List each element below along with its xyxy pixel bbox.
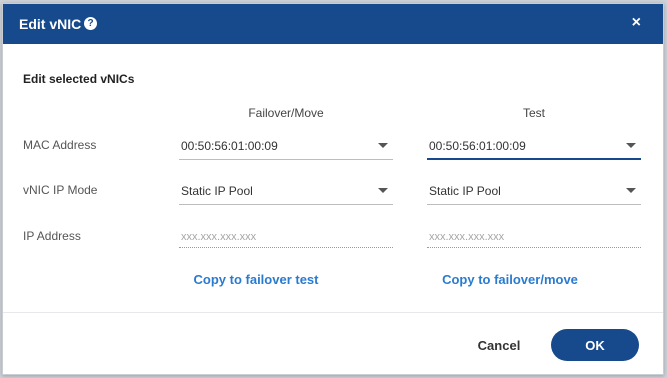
close-icon[interactable]: ×	[632, 14, 641, 32]
copy-to-failover-move-link[interactable]: Copy to failover/move	[403, 272, 617, 287]
ip-address-label: IP Address	[23, 229, 81, 243]
question-circle-icon[interactable]: ?	[84, 17, 97, 30]
failover-mac-address-select[interactable]: 00:50:56:01:00:09	[179, 136, 393, 160]
failover-ip-address-input[interactable]	[179, 226, 393, 248]
edit-vnic-dialog: Edit vNIC ? × Edit selected vNICs Failov…	[2, 3, 664, 375]
dialog-title: Edit vNIC	[19, 16, 82, 32]
test-mac-address-select[interactable]: 00:50:56:01:00:09	[427, 136, 641, 160]
column-header-failover: Failover/Move	[248, 106, 324, 120]
copy-to-failover-test-link[interactable]: Copy to failover test	[149, 272, 363, 287]
vnic-ip-mode-label: vNIC IP Mode	[23, 183, 98, 197]
mac-address-label: MAC Address	[23, 138, 97, 152]
failover-ip-mode-select[interactable]: Static IP Pool	[179, 181, 393, 205]
chevron-down-icon	[378, 188, 388, 193]
dialog-titlebar: Edit vNIC ? ×	[3, 4, 663, 44]
column-header-test: Test	[522, 106, 545, 120]
chevron-down-icon	[378, 143, 388, 148]
test-ip-address-input[interactable]	[427, 226, 641, 248]
chevron-down-icon	[626, 143, 636, 148]
section-heading: Edit selected vNICs	[23, 72, 135, 86]
test-ip-mode-select[interactable]: Static IP Pool	[427, 181, 641, 205]
failover-ip-mode-value: Static IP Pool	[181, 184, 253, 198]
chevron-down-icon	[626, 188, 636, 193]
test-ip-mode-value: Static IP Pool	[429, 184, 501, 198]
cancel-button[interactable]: Cancel	[459, 330, 539, 360]
failover-mac-address-value: 00:50:56:01:00:09	[181, 139, 278, 153]
ok-button[interactable]: OK	[551, 329, 639, 361]
test-mac-address-value: 00:50:56:01:00:09	[429, 139, 526, 153]
footer-divider	[3, 312, 663, 313]
